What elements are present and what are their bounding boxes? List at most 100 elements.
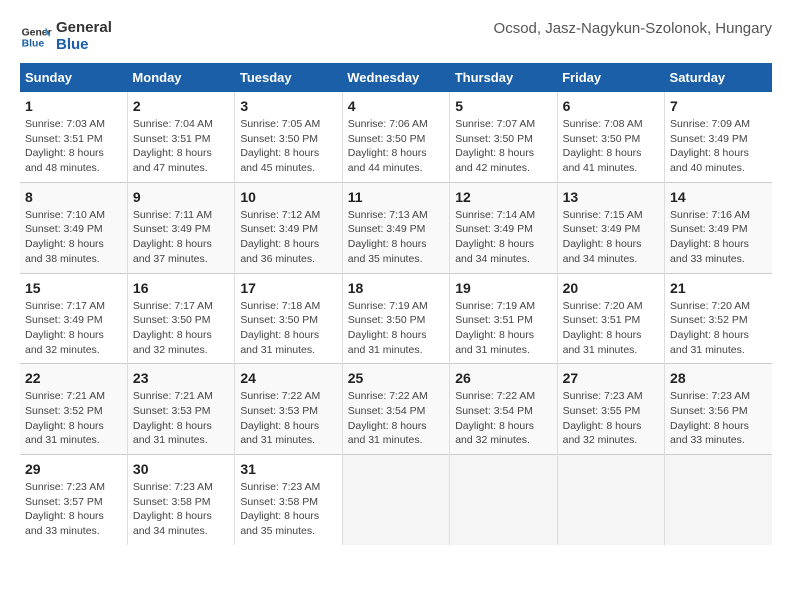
day-detail: Sunrise: 7:05 AMSunset: 3:50 PMDaylight:… (240, 117, 336, 176)
logo: General Blue General Blue (20, 20, 112, 53)
calendar-cell: 11Sunrise: 7:13 AMSunset: 3:49 PMDayligh… (342, 182, 449, 273)
day-number: 18 (348, 280, 444, 296)
calendar-cell (450, 455, 557, 545)
calendar-cell: 22 Sunrise: 7:21 AMSunset: 3:52 PMDayligh… (20, 364, 127, 455)
weekday-header-tuesday: Tuesday (235, 63, 342, 92)
day-detail: Sunrise: 7:23 AMSunset: 3:58 PMDaylight:… (240, 480, 336, 539)
calendar-cell (557, 455, 664, 545)
calendar-cell: 27 Sunrise: 7:23 AMSunset: 3:55 PMDayligh… (557, 364, 664, 455)
day-detail: Sunrise: 7:15 AMSunset: 3:49 PMDaylight:… (563, 208, 659, 267)
day-detail: Sunrise: 7:23 AMSunset: 3:57 PMDaylight:… (25, 480, 122, 539)
weekday-header-saturday: Saturday (665, 63, 772, 92)
day-detail: Sunrise: 7:20 AMSunset: 3:52 PMDaylight:… (670, 299, 767, 358)
calendar-subtitle: Ocsod, Jasz-Nagykun-Szolonok, Hungary (494, 20, 772, 37)
day-detail: Sunrise: 7:23 AMSunset: 3:56 PMDaylight:… (670, 389, 767, 448)
day-number: 11 (348, 189, 444, 205)
day-number: 29 (25, 461, 122, 477)
calendar-cell: 28 Sunrise: 7:23 AMSunset: 3:56 PMDayligh… (665, 364, 772, 455)
day-detail: Sunrise: 7:09 AMSunset: 3:49 PMDaylight:… (670, 117, 767, 176)
calendar-cell: 30 Sunrise: 7:23 AMSunset: 3:58 PMDayligh… (127, 455, 234, 545)
calendar-cell: 6Sunrise: 7:08 AMSunset: 3:50 PMDaylight… (557, 92, 664, 182)
svg-text:Blue: Blue (22, 38, 45, 49)
calendar-cell: 5 Sunrise: 7:07 AMSunset: 3:50 PMDaylight… (450, 92, 557, 182)
calendar-header-row: SundayMondayTuesdayWednesdayThursdayFrid… (20, 63, 772, 92)
day-number: 14 (670, 189, 767, 205)
page-header: General Blue General Blue Ocsod, Jasz-Na… (20, 20, 772, 53)
day-detail: Sunrise: 7:23 AMSunset: 3:55 PMDaylight:… (563, 389, 659, 448)
day-detail: Sunrise: 7:21 AMSunset: 3:53 PMDaylight:… (133, 389, 229, 448)
title-block: Ocsod, Jasz-Nagykun-Szolonok, Hungary (494, 20, 772, 37)
day-number: 16 (133, 280, 229, 296)
logo-name-general: General (56, 20, 112, 37)
day-number: 3 (240, 98, 336, 114)
day-detail: Sunrise: 7:19 AMSunset: 3:50 PMDaylight:… (348, 299, 444, 358)
day-number: 6 (563, 98, 659, 114)
day-number: 7 (670, 98, 767, 114)
calendar-cell: 2Sunrise: 7:04 AMSunset: 3:51 PMDaylight… (127, 92, 234, 182)
calendar-cell: 19Sunrise: 7:19 AMSunset: 3:51 PMDayligh… (450, 273, 557, 364)
weekday-header-wednesday: Wednesday (342, 63, 449, 92)
day-number: 25 (348, 370, 444, 386)
day-number: 24 (240, 370, 336, 386)
day-detail: Sunrise: 7:17 AMSunset: 3:49 PMDaylight:… (25, 299, 122, 358)
day-number: 31 (240, 461, 336, 477)
day-number: 30 (133, 461, 229, 477)
day-number: 12 (455, 189, 551, 205)
calendar-week-row: 22 Sunrise: 7:21 AMSunset: 3:52 PMDayligh… (20, 364, 772, 455)
weekday-header-thursday: Thursday (450, 63, 557, 92)
calendar-cell: 25 Sunrise: 7:22 AMSunset: 3:54 PMDayligh… (342, 364, 449, 455)
calendar-cell: 20 Sunrise: 7:20 AMSunset: 3:51 PMDayligh… (557, 273, 664, 364)
day-detail: Sunrise: 7:22 AMSunset: 3:54 PMDaylight:… (455, 389, 551, 448)
day-detail: Sunrise: 7:23 AMSunset: 3:58 PMDaylight:… (133, 480, 229, 539)
calendar-cell: 29 Sunrise: 7:23 AMSunset: 3:57 PMDayligh… (20, 455, 127, 545)
calendar-cell: 3 Sunrise: 7:05 AMSunset: 3:50 PMDaylight… (235, 92, 342, 182)
calendar-cell: 13 Sunrise: 7:15 AMSunset: 3:49 PMDayligh… (557, 182, 664, 273)
calendar-cell: 23Sunrise: 7:21 AMSunset: 3:53 PMDayligh… (127, 364, 234, 455)
day-detail: Sunrise: 7:19 AMSunset: 3:51 PMDaylight:… (455, 299, 551, 358)
day-detail: Sunrise: 7:22 AMSunset: 3:53 PMDaylight:… (240, 389, 336, 448)
calendar-week-row: 29 Sunrise: 7:23 AMSunset: 3:57 PMDayligh… (20, 455, 772, 545)
day-detail: Sunrise: 7:12 AMSunset: 3:49 PMDaylight:… (240, 208, 336, 267)
day-number: 9 (133, 189, 229, 205)
day-number: 21 (670, 280, 767, 296)
calendar-cell: 1 Sunrise: 7:03 AMSunset: 3:51 PMDaylight… (20, 92, 127, 182)
calendar-cell: 10 Sunrise: 7:12 AMSunset: 3:49 PMDayligh… (235, 182, 342, 273)
day-number: 20 (563, 280, 659, 296)
day-detail: Sunrise: 7:07 AMSunset: 3:50 PMDaylight:… (455, 117, 551, 176)
day-detail: Sunrise: 7:18 AMSunset: 3:50 PMDaylight:… (240, 299, 336, 358)
calendar-cell: 8Sunrise: 7:10 AMSunset: 3:49 PMDaylight… (20, 182, 127, 273)
calendar-cell (342, 455, 449, 545)
day-number: 8 (25, 189, 122, 205)
day-number: 17 (240, 280, 336, 296)
weekday-header-monday: Monday (127, 63, 234, 92)
calendar-cell: 15 Sunrise: 7:17 AMSunset: 3:49 PMDayligh… (20, 273, 127, 364)
day-number: 27 (563, 370, 659, 386)
day-number: 13 (563, 189, 659, 205)
day-number: 22 (25, 370, 122, 386)
day-detail: Sunrise: 7:03 AMSunset: 3:51 PMDaylight:… (25, 117, 122, 176)
calendar-table: SundayMondayTuesdayWednesdayThursdayFrid… (20, 63, 772, 545)
day-detail: Sunrise: 7:17 AMSunset: 3:50 PMDaylight:… (133, 299, 229, 358)
logo-icon: General Blue (20, 21, 52, 53)
calendar-cell: 14Sunrise: 7:16 AMSunset: 3:49 PMDayligh… (665, 182, 772, 273)
calendar-cell: 17 Sunrise: 7:18 AMSunset: 3:50 PMDayligh… (235, 273, 342, 364)
calendar-week-row: 15 Sunrise: 7:17 AMSunset: 3:49 PMDayligh… (20, 273, 772, 364)
day-number: 1 (25, 98, 122, 114)
calendar-cell: 16 Sunrise: 7:17 AMSunset: 3:50 PMDayligh… (127, 273, 234, 364)
weekday-header-sunday: Sunday (20, 63, 127, 92)
day-detail: Sunrise: 7:06 AMSunset: 3:50 PMDaylight:… (348, 117, 444, 176)
day-number: 10 (240, 189, 336, 205)
weekday-header-friday: Friday (557, 63, 664, 92)
day-number: 28 (670, 370, 767, 386)
day-number: 26 (455, 370, 551, 386)
day-detail: Sunrise: 7:14 AMSunset: 3:49 PMDaylight:… (455, 208, 551, 267)
calendar-cell: 9Sunrise: 7:11 AMSunset: 3:49 PMDaylight… (127, 182, 234, 273)
day-number: 15 (25, 280, 122, 296)
calendar-cell: 7 Sunrise: 7:09 AMSunset: 3:49 PMDaylight… (665, 92, 772, 182)
day-detail: Sunrise: 7:21 AMSunset: 3:52 PMDaylight:… (25, 389, 122, 448)
calendar-week-row: 1 Sunrise: 7:03 AMSunset: 3:51 PMDaylight… (20, 92, 772, 182)
day-number: 5 (455, 98, 551, 114)
logo-name-blue: Blue (56, 37, 112, 54)
day-detail: Sunrise: 7:20 AMSunset: 3:51 PMDaylight:… (563, 299, 659, 358)
day-detail: Sunrise: 7:22 AMSunset: 3:54 PMDaylight:… (348, 389, 444, 448)
